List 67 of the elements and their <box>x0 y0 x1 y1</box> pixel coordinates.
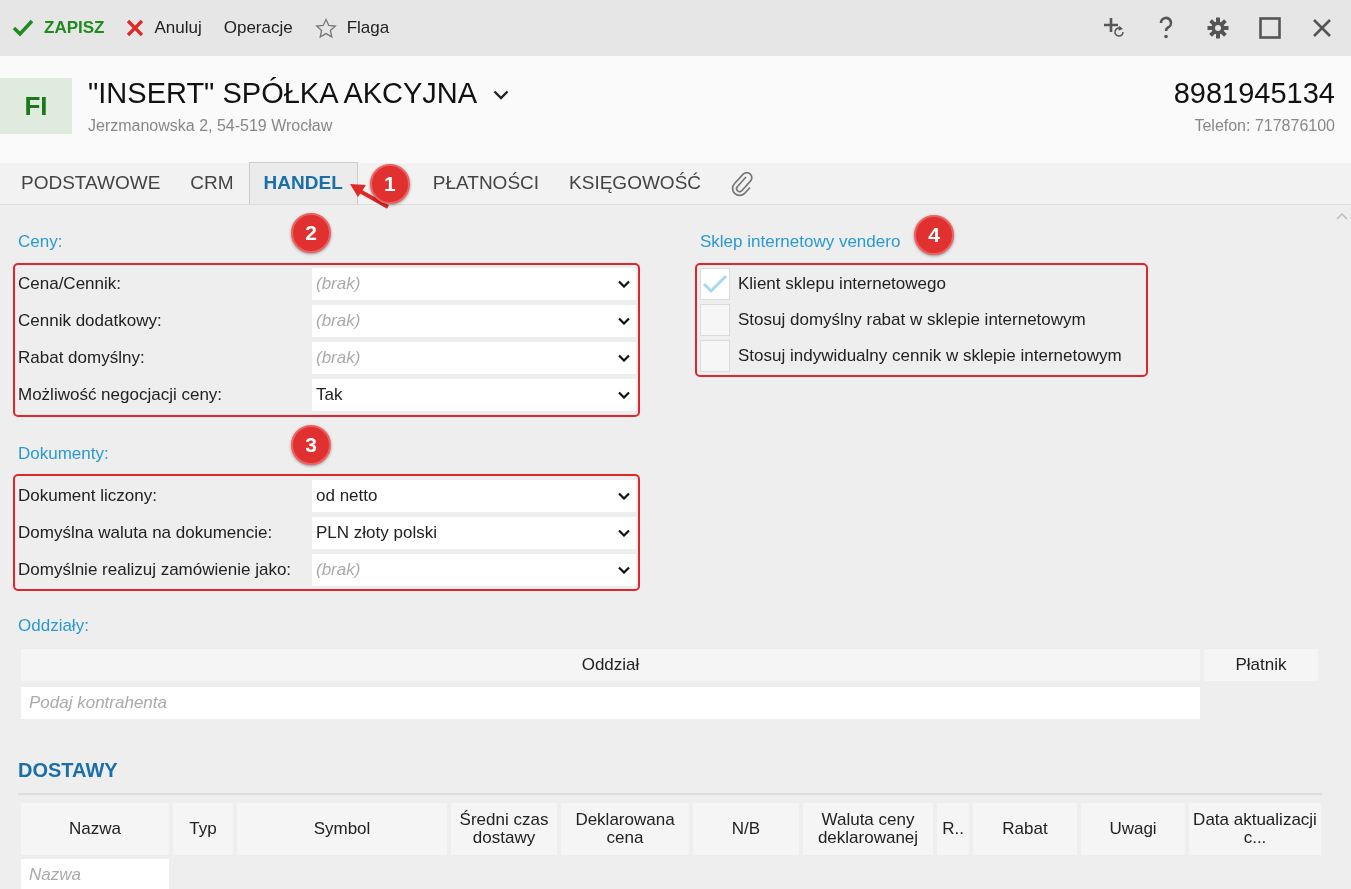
cancel-button[interactable]: Anuluj <box>126 15 202 41</box>
column-header: Symbol <box>237 802 447 855</box>
chevron-down-icon <box>618 280 630 288</box>
field-label: Rabat domyślny: <box>18 347 146 370</box>
field-label: Domyślna waluta na dokumencie: <box>18 521 274 544</box>
field-label: Dokument liczony: <box>18 484 158 507</box>
annotation-badge: 2 <box>291 213 331 253</box>
select-field[interactable]: Tak <box>312 379 636 411</box>
avatar: FI <box>0 78 72 134</box>
checkbox-label: Stosuj domyślny rabat w sklepie internetowym <box>738 308 1086 331</box>
section-title: Dokumenty: <box>18 443 109 463</box>
input-field[interactable]: Podaj kontrahenta <box>21 686 1200 719</box>
tab[interactable]: KSIĘGOWOŚĆ <box>554 162 717 204</box>
field-label: Domyślnie realizuj zamówienie jako: <box>18 558 293 581</box>
column-header: Typ <box>173 802 233 855</box>
chevron-down-icon <box>618 565 630 574</box>
checkbox[interactable] <box>700 267 730 300</box>
input-field[interactable]: Nazwa <box>21 858 169 889</box>
checkbox-label: Klient sklepu internetowego <box>738 272 946 295</box>
field-label: Cena/Cennik: <box>18 273 122 296</box>
column-header: Deklarowana cena <box>561 802 689 855</box>
settings-icon[interactable] <box>1205 15 1231 41</box>
field-label: Możliwość negocjacji ceny: <box>18 384 224 407</box>
chevron-down-icon <box>618 317 630 325</box>
annotation-badge: 4 <box>914 215 954 255</box>
annotation-badge: 3 <box>291 424 331 465</box>
tab[interactable]: PŁATNOŚCI <box>417 162 555 204</box>
select-field[interactable]: PLN złoty polski <box>312 516 636 549</box>
field-label: Cennik dodatkowy: <box>18 310 163 333</box>
close-icon <box>126 19 145 37</box>
section-title: Ceny: <box>18 232 63 251</box>
column-header: Oddział <box>21 648 1200 681</box>
column-header: Waluta ceny deklarowanej <box>803 802 933 855</box>
column-header: Płatnik <box>1204 648 1318 681</box>
operations-button[interactable]: Operacje <box>223 15 293 41</box>
section-title: Oddziały: <box>18 615 90 637</box>
column-header: Średni czas dostawy <box>451 802 557 855</box>
column-header: Data aktualizacji c... <box>1189 802 1321 855</box>
maximize-icon[interactable] <box>1257 15 1283 41</box>
checkbox[interactable] <box>700 303 730 336</box>
select-field[interactable]: od netto <box>312 479 636 512</box>
chevron-down-icon <box>618 354 630 362</box>
tab[interactable]: CRM <box>175 162 249 204</box>
checkbox[interactable] <box>700 339 730 372</box>
company-address: Jerzmanowska 2, 54-519 Wrocław <box>88 115 334 136</box>
company-name: "INSERT" SPÓŁKA AKCYJNA <box>88 78 478 110</box>
column-header: N/B <box>693 802 799 855</box>
chevron-down-icon <box>618 491 630 500</box>
paperclip-icon <box>731 171 754 198</box>
column-header: R.. <box>937 802 969 855</box>
check-icon <box>12 19 34 37</box>
flag-button[interactable]: Flaga <box>314 15 390 41</box>
column-header: Nazwa <box>21 802 169 855</box>
tax-id: 8981945134 <box>1173 78 1335 110</box>
tab[interactable]: PODSTAWOWE <box>6 162 176 204</box>
chevron-down-icon <box>493 89 510 100</box>
star-icon <box>314 17 337 39</box>
section-heading: DOSTAWY <box>18 754 1322 795</box>
chevron-down-icon <box>618 391 630 399</box>
tab[interactable]: HANDEL <box>248 162 358 204</box>
section-title: Sklep internetowy vendero <box>700 231 901 253</box>
checkbox-label: Stosuj indywidualny cennik w sklepie internetowym <box>738 344 1122 367</box>
chevron-down-icon <box>618 528 630 537</box>
column-header: Rabat <box>973 802 1077 855</box>
column-header: Uwagi <box>1081 802 1185 855</box>
phone-number: Telefon: 717876100 <box>1193 115 1335 136</box>
save-button[interactable]: ZAPISZ <box>12 15 105 41</box>
